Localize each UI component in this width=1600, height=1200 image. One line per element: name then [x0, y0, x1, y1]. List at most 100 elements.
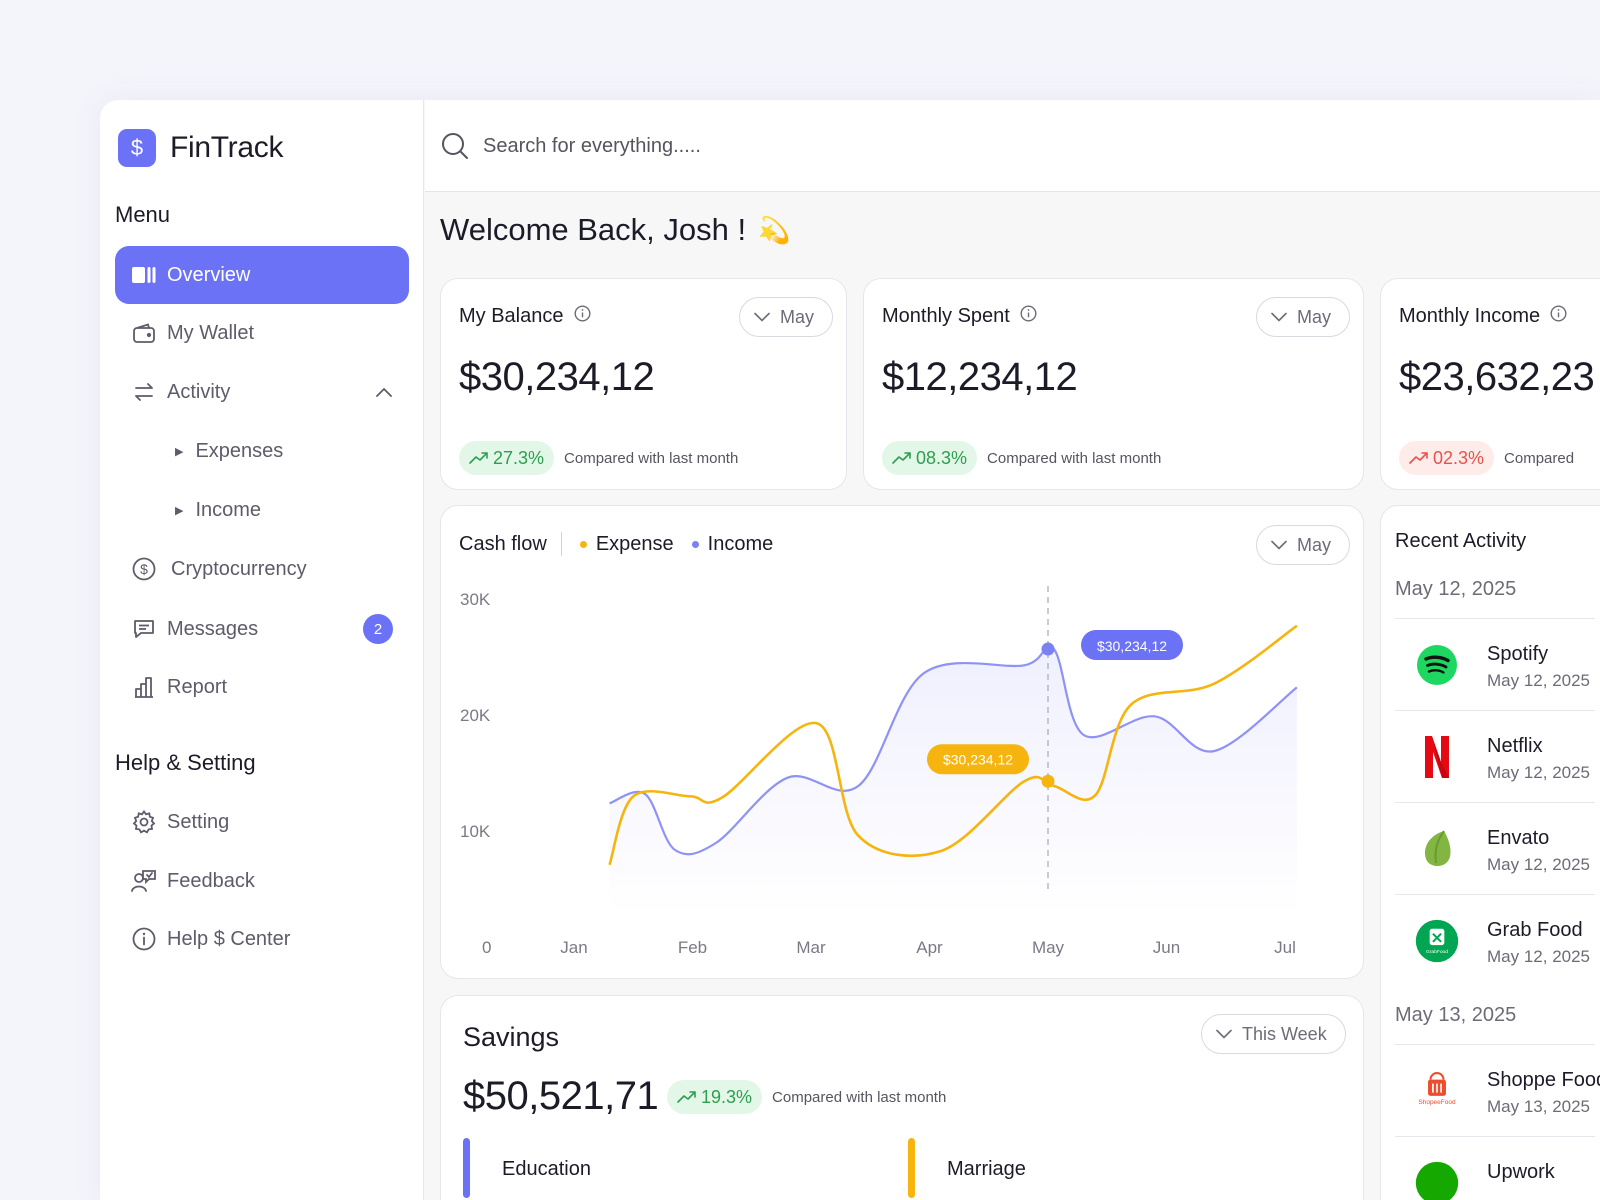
welcome-heading: Welcome Back, Josh ! 💫 [440, 212, 790, 248]
card-title: Monthly Spent [882, 305, 1037, 328]
spent-amount: $12,234,12 [882, 355, 1078, 399]
sidebar-item-label: Income [195, 498, 262, 521]
sidebar-item-label: Cryptocurrency [171, 557, 307, 580]
balance-card: My Balance May $30,234,12 27.3% Compared… [440, 278, 847, 490]
chevron-up-icon[interactable] [375, 381, 393, 404]
dropdown-value: This Week [1242, 1023, 1327, 1044]
spotify-icon [1415, 643, 1459, 687]
y-tick-label: 20K [460, 706, 491, 725]
income-area [609, 645, 1297, 916]
svg-text:GrabFood: GrabFood [1426, 949, 1448, 955]
shopeefood-icon: ShopeeFood [1415, 1069, 1459, 1113]
sidebar-item-feedback[interactable]: Feedback [115, 852, 409, 910]
upwork-icon [1415, 1161, 1459, 1200]
chevron-down-icon [1271, 312, 1287, 322]
activity-row-upwork[interactable]: Upwork [1395, 1136, 1595, 1200]
period-dropdown[interactable]: May [1256, 297, 1351, 337]
monthly-spent-card: Monthly Spent May $12,234,12 08.3% Compa… [863, 278, 1364, 490]
income-highlight-point [1041, 642, 1055, 656]
wallet-icon [131, 320, 157, 346]
savings-card: Savings This Week $50,521,71 19.3% Compa… [440, 995, 1364, 1200]
sidebar-item-cryptocurrency[interactable]: $ Cryptocurrency [115, 540, 409, 598]
sidebar-item-messages[interactable]: Messages 2 [115, 600, 409, 658]
cashflow-card: Cash flow Expense Income May 30K 20K 10K 0 J… [440, 505, 1364, 979]
brand[interactable]: $ FinTrack [118, 129, 283, 167]
sidebar-item-activity[interactable]: Activity [115, 363, 409, 421]
trend-value: 19.3% [701, 1086, 753, 1107]
activity-name: Netflix [1487, 735, 1543, 757]
trend-row: 27.3% Compared with last month [459, 441, 738, 475]
cashflow-line-chart[interactable]: 30K 20K 10K 0 Jan Feb Mar Apr May Jun Jul $30,234,1… [441, 506, 1365, 980]
x-tick-label: May [1032, 938, 1065, 957]
activity-row-shopeefood[interactable]: ShopeeFood Shoppe Food May 13, 2025 [1395, 1044, 1600, 1136]
top-bar [425, 100, 1600, 192]
x-tick-label: Apr [916, 938, 943, 957]
card-title-text: Monthly Income [1399, 305, 1541, 327]
savings-goal-education[interactable]: Education [463, 1138, 591, 1198]
activity-row-grabfood[interactable]: GrabFood Grab Food May 12, 2025 [1395, 894, 1595, 986]
trend-value: 02.3% [1433, 447, 1485, 468]
sidebar-item-label: Activity [167, 380, 231, 403]
recent-activity-card: Recent Activity May 12, 2025 Spotify May… [1380, 505, 1600, 1200]
expense-highlight-point [1041, 774, 1055, 788]
sidebar-item-setting[interactable]: Setting [115, 793, 409, 851]
activity-name: Shoppe Food [1487, 1069, 1600, 1091]
envato-icon [1415, 827, 1459, 871]
activity-name: Envato [1487, 827, 1550, 849]
monthly-income-card: Monthly Income $23,632,23 02.3% Compared [1380, 278, 1600, 490]
recent-activity-title: Recent Activity [1395, 530, 1527, 552]
expense-tooltip-label: $30,234,12 [943, 751, 1013, 767]
sidebar-item-wallet[interactable]: My Wallet [115, 304, 409, 362]
x-tick-label: Jun [1153, 938, 1180, 957]
period-dropdown[interactable]: May [739, 297, 834, 337]
activity-group-date: May 12, 2025 [1395, 578, 1517, 600]
caret-right-icon: ▶ [175, 504, 184, 517]
info-icon[interactable] [573, 305, 591, 328]
savings-title: Savings [463, 1022, 560, 1052]
caret-right-icon: ▶ [175, 445, 184, 458]
goal-name: Education [502, 1158, 591, 1180]
bar-chart-icon [131, 674, 157, 700]
message-icon [131, 616, 157, 642]
goal-color-bar [908, 1138, 915, 1198]
sidebar-item-overview[interactable]: Overview [115, 246, 409, 304]
activity-date: May 13, 2025 [1487, 1097, 1591, 1116]
overview-icon [131, 262, 157, 288]
activity-row-envato[interactable]: Envato May 12, 2025 [1395, 802, 1595, 894]
x-tick-label: Jul [1274, 938, 1296, 957]
period-dropdown[interactable]: This Week [1201, 1014, 1346, 1054]
svg-text:$: $ [140, 561, 148, 577]
goal-name: Marriage [947, 1158, 1026, 1180]
chevron-down-icon [754, 312, 770, 322]
activity-date: May 12, 2025 [1487, 671, 1591, 690]
card-title: My Balance [459, 305, 591, 328]
dollar-circle-icon: $ [131, 556, 157, 582]
sidebar-item-report[interactable]: Report [115, 658, 409, 716]
sidebar-item-label: Overview [167, 263, 251, 286]
activity-row-netflix[interactable]: Netflix May 12, 2025 [1395, 710, 1595, 802]
unread-badge: 2 [363, 614, 393, 644]
search-input[interactable] [483, 130, 983, 162]
info-icon[interactable] [1550, 305, 1567, 328]
sidebar-item-label: Expenses [195, 439, 284, 462]
trend-up-icon [677, 1091, 696, 1103]
info-icon [131, 926, 157, 952]
sidebar-item-help-center[interactable]: Help $ Center [115, 910, 409, 968]
sidebar-item-expenses[interactable]: ▶ Expenses [115, 422, 409, 480]
trend-value: 08.3% [916, 447, 968, 468]
menu-section-title: Menu [115, 202, 171, 227]
dizzy-star-icon: 💫 [758, 214, 791, 245]
search-icon[interactable] [441, 132, 469, 165]
chevron-down-icon [1216, 1029, 1232, 1039]
trend-up-icon [469, 452, 488, 464]
x-tick-label: Jan [560, 938, 587, 957]
y-tick-label: 10K [460, 822, 491, 841]
info-icon[interactable] [1020, 305, 1037, 328]
savings-amount: $50,521,71 [463, 1074, 659, 1118]
sidebar-item-label: Report [167, 675, 228, 698]
compare-text: Compared [1504, 449, 1575, 467]
savings-goal-marriage[interactable]: Marriage [908, 1138, 1026, 1198]
sidebar-item-label: Help $ Center [167, 927, 291, 950]
activity-row-spotify[interactable]: Spotify May 12, 2025 [1395, 618, 1595, 710]
sidebar-item-income[interactable]: ▶ Income [115, 481, 409, 539]
